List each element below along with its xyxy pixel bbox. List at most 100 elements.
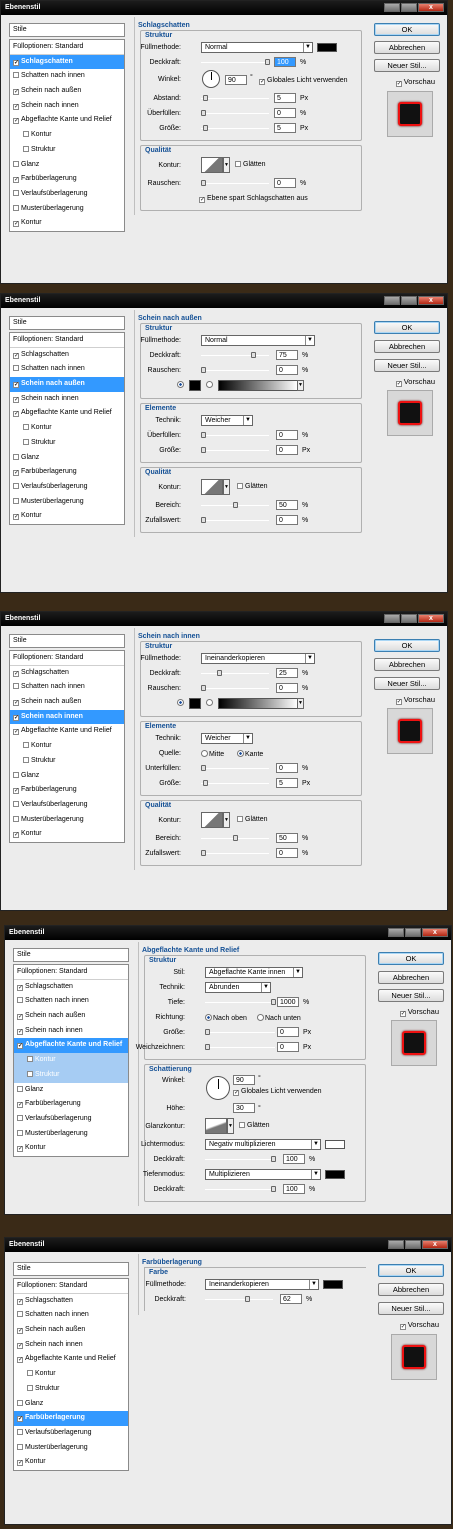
styles-header[interactable]: Stile [9, 316, 125, 330]
checkbox[interactable]: ✓ [395, 81, 402, 87]
checkbox[interactable]: ✓ [13, 714, 19, 721]
style-list-item[interactable]: ✓ Abgeflachte Kante und Relief [14, 1352, 128, 1367]
style-list-item[interactable]: ✓ Schein nach innen [10, 392, 124, 407]
blend-mode-select[interactable]: Normal ▼ [201, 335, 315, 346]
checkbox[interactable] [13, 683, 19, 690]
style-list-item[interactable]: Struktur [10, 143, 124, 158]
style-list-item[interactable]: ✓ Farbüberlagerung [14, 1411, 128, 1426]
new-style-button[interactable]: Neuer Stil... [378, 989, 444, 1002]
checkbox[interactable]: ✓ [17, 1043, 23, 1050]
jitter-input[interactable]: 0 [276, 515, 298, 525]
source-edge-radio[interactable]: Kante [237, 750, 263, 758]
checkbox[interactable] [23, 424, 29, 431]
shadow-mode-select[interactable]: Multiplizieren ▼ [205, 1169, 321, 1180]
noise-slider[interactable] [201, 367, 269, 373]
contour-picker[interactable] [201, 157, 223, 173]
overlay-color-swatch[interactable] [323, 1280, 343, 1289]
checkbox[interactable] [17, 1399, 23, 1406]
slider-thumb[interactable] [201, 685, 206, 691]
ok-button[interactable]: OK [374, 321, 440, 334]
checkbox[interactable] [23, 145, 29, 152]
style-list-item[interactable]: ✓ Schlagschatten [10, 54, 124, 70]
preview-checkbox[interactable]: ✓ Vorschau [395, 377, 435, 387]
checkbox[interactable] [13, 204, 19, 211]
range-input[interactable]: 50 [276, 833, 298, 843]
noise-slider[interactable] [201, 685, 269, 691]
checkbox[interactable]: ✓ [13, 788, 19, 795]
contour-picker[interactable] [201, 479, 223, 495]
checkbox[interactable] [27, 1384, 33, 1391]
checkbox[interactable]: ✓ [13, 514, 19, 521]
direction-down-radio[interactable]: Nach unten [257, 1014, 301, 1022]
checkbox[interactable] [17, 1428, 23, 1435]
slider-thumb[interactable] [245, 1296, 250, 1302]
checkbox[interactable] [27, 1056, 33, 1063]
slider-thumb[interactable] [205, 1029, 210, 1035]
checkbox[interactable]: ✓ [17, 1357, 23, 1364]
slider-thumb[interactable] [201, 432, 206, 438]
bevel-style-select[interactable]: Abgeflachte Kante innen ▼ [205, 967, 303, 978]
checkbox[interactable] [237, 816, 243, 822]
checkbox[interactable] [235, 161, 241, 167]
style-list-item[interactable]: Kontur [14, 1367, 128, 1382]
checkbox[interactable]: ✓ [395, 699, 402, 705]
size-slider[interactable] [201, 125, 269, 131]
checkbox[interactable] [13, 72, 19, 79]
new-style-button[interactable]: Neuer Stil... [374, 59, 440, 72]
altitude-input[interactable]: 30 [233, 1103, 255, 1113]
checkbox[interactable] [27, 1070, 33, 1077]
choke-slider[interactable] [201, 765, 269, 771]
noise-input[interactable]: 0 [274, 178, 296, 188]
close-button[interactable]: x [418, 614, 444, 623]
slider-thumb[interactable] [203, 125, 208, 131]
style-list-item[interactable]: Glanz [14, 1397, 128, 1412]
slider-thumb[interactable] [271, 999, 276, 1005]
style-list-item[interactable]: ✓ Schlagschatten [14, 1294, 128, 1309]
slider-thumb[interactable] [201, 110, 206, 116]
checkbox[interactable]: ✓ [233, 1090, 239, 1096]
spread-input[interactable]: 0 [274, 108, 296, 118]
checkbox[interactable] [23, 742, 29, 749]
style-list-item[interactable]: Struktur [14, 1382, 128, 1397]
distance-input[interactable]: 5 [274, 93, 296, 103]
ok-button[interactable]: OK [374, 23, 440, 36]
spread-input[interactable]: 0 [276, 430, 298, 440]
technique-select[interactable]: Weicher ▼ [201, 733, 253, 744]
checkbox[interactable]: ✓ [17, 1416, 23, 1423]
blending-options-item[interactable]: Fülloptionen: Standard [10, 40, 124, 55]
style-list-item[interactable]: Musterüberlagerung [14, 1127, 128, 1142]
style-list-item[interactable]: Glanz [10, 769, 124, 784]
angle-dial[interactable] [206, 1076, 230, 1100]
maximize-button[interactable] [401, 614, 417, 623]
checkbox[interactable] [27, 1370, 33, 1377]
checkbox[interactable] [17, 1085, 23, 1092]
noise-input[interactable]: 0 [276, 365, 298, 375]
highlight-opacity-input[interactable]: 100 [283, 1154, 305, 1164]
gradient-radio[interactable] [206, 381, 214, 389]
shadow-color-swatch[interactable] [325, 1170, 345, 1179]
style-list-item[interactable]: Struktur [14, 1067, 128, 1083]
slider-thumb[interactable] [233, 502, 238, 508]
size-slider[interactable] [201, 447, 269, 453]
opacity-input[interactable]: 62 [280, 1294, 302, 1304]
minimize-button[interactable] [388, 1240, 404, 1249]
slider-thumb[interactable] [251, 352, 256, 358]
ok-button[interactable]: OK [378, 952, 444, 965]
style-list-item[interactable]: ✓ Farbüberlagerung [10, 172, 124, 187]
style-list-item[interactable]: Kontur [10, 421, 124, 436]
solid-color-radio[interactable] [177, 699, 185, 707]
noise-slider[interactable] [201, 180, 269, 186]
highlight-color-swatch[interactable] [325, 1140, 345, 1149]
angle-input[interactable]: 90 [233, 1075, 255, 1085]
spread-slider[interactable] [201, 110, 269, 116]
technique-select[interactable]: Abrunden ▼ [205, 982, 271, 993]
radio[interactable] [206, 699, 213, 706]
checkbox[interactable] [239, 1122, 245, 1128]
technique-select[interactable]: Weicher ▼ [201, 415, 253, 426]
close-button[interactable]: x [422, 1240, 448, 1249]
radio[interactable] [206, 381, 213, 388]
cancel-button[interactable]: Abbrechen [374, 340, 440, 353]
radio[interactable] [205, 1014, 212, 1021]
checkbox[interactable] [13, 189, 19, 196]
minimize-button[interactable] [384, 3, 400, 12]
